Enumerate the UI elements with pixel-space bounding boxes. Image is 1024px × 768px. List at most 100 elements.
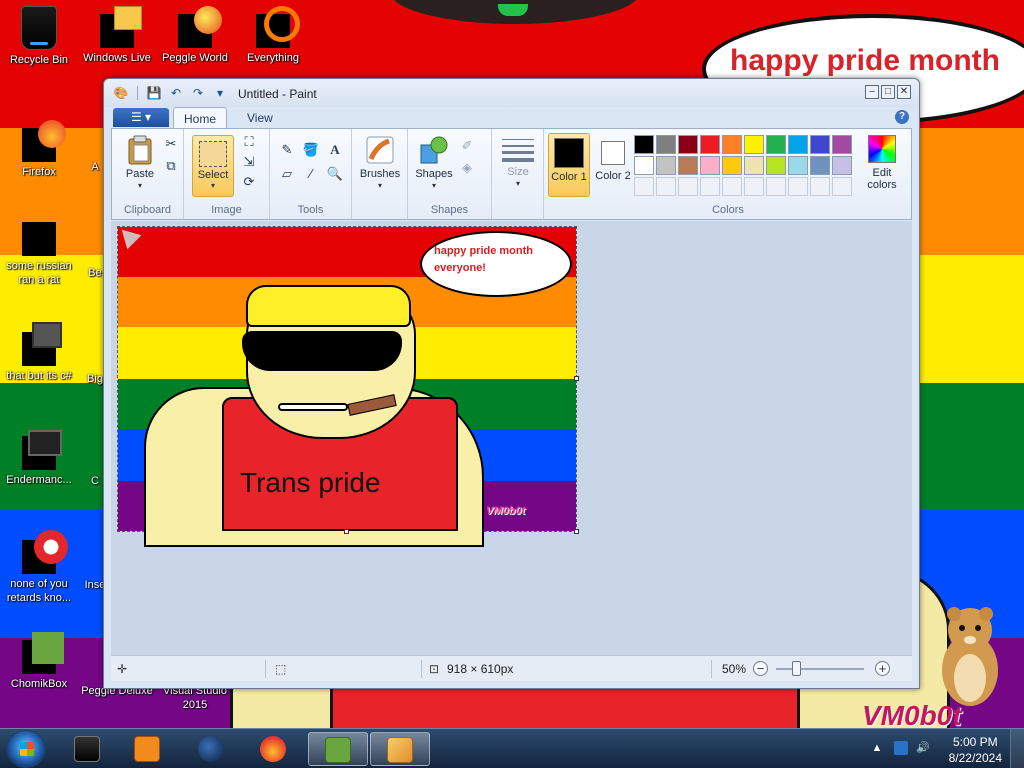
magnifier-icon[interactable]: 🔍	[326, 165, 344, 183]
resize-icon[interactable]: ⇲	[240, 153, 258, 171]
palette-swatch[interactable]	[744, 135, 764, 154]
edit-colors-button[interactable]: Edit colors	[862, 135, 902, 191]
brushes-button[interactable]: Brushes ▾	[356, 135, 404, 192]
show-desktop-button[interactable]	[1010, 729, 1024, 768]
drawing-canvas[interactable]: Trans pride happy pride month everyone! …	[114, 222, 577, 547]
rotate-icon[interactable]: ⟳	[240, 173, 258, 191]
tab-home[interactable]: Home	[173, 107, 228, 129]
zoom-in-button[interactable]: +	[875, 661, 890, 676]
resize-handle-right[interactable]	[574, 376, 579, 381]
palette-swatch[interactable]	[700, 156, 720, 175]
custom-color-slot[interactable]	[744, 177, 764, 196]
palette-swatch[interactable]	[810, 156, 830, 175]
pencil-icon[interactable]: ✎	[278, 141, 296, 159]
palette-swatch[interactable]	[634, 156, 654, 175]
close-button[interactable]: ✕	[897, 85, 911, 99]
fill-icon[interactable]: 🪣	[302, 141, 320, 159]
palette-swatch[interactable]	[788, 135, 808, 154]
desktop-icon-windows-live[interactable]: Windows Live	[78, 6, 156, 65]
desktop-icon-peggle-world[interactable]: Peggle World	[156, 6, 234, 65]
color1-button[interactable]: Color 1	[548, 133, 590, 197]
chomikbox-icon	[325, 737, 351, 763]
custom-color-slot[interactable]	[678, 177, 698, 196]
palette-swatch[interactable]	[832, 135, 852, 154]
fill-shape-icon[interactable]: ◈	[458, 159, 476, 177]
copy-icon[interactable]: ⧉	[162, 157, 180, 175]
color2-button[interactable]: Color 2	[594, 133, 632, 197]
redo-icon[interactable]: ↷	[189, 85, 207, 101]
volume-icon[interactable]: 🔊	[916, 741, 930, 755]
palette-swatch[interactable]	[656, 156, 676, 175]
palette-swatch[interactable]	[810, 135, 830, 154]
start-button[interactable]	[6, 730, 46, 768]
cut-icon[interactable]: ✂	[162, 135, 180, 153]
custom-color-slot[interactable]	[766, 177, 786, 196]
zoom-slider-track[interactable]	[776, 668, 864, 670]
size-button[interactable]: Size ▾	[498, 137, 538, 190]
desktop-icon-everything[interactable]: Everything	[234, 6, 312, 65]
palette-swatch[interactable]	[700, 135, 720, 154]
tab-view[interactable]: View	[237, 107, 283, 129]
palette-swatch[interactable]	[678, 135, 698, 154]
eraser-icon[interactable]: ▱	[278, 165, 296, 183]
custom-color-slot[interactable]	[722, 177, 742, 196]
custom-color-slot[interactable]	[810, 177, 830, 196]
custom-color-slot[interactable]	[832, 177, 852, 196]
minimize-button[interactable]: –	[865, 85, 879, 99]
paint-menu-button[interactable]: ☰ ▾	[113, 108, 169, 127]
desktop-icon-none-of-you[interactable]: none of you retards kno...	[0, 530, 78, 605]
color-picker-icon[interactable]: ⁄	[302, 165, 320, 183]
undo-icon[interactable]: ↶	[167, 85, 185, 101]
resize-handle-corner[interactable]	[574, 529, 579, 534]
taskbar-paint[interactable]	[370, 732, 430, 766]
custom-color-slot[interactable]	[700, 177, 720, 196]
canvas-area[interactable]: Trans pride happy pride month everyone! …	[111, 221, 912, 655]
crop-icon[interactable]: ⛶	[240, 133, 258, 151]
palette-swatch[interactable]	[744, 156, 764, 175]
resize-handle-bottom[interactable]	[344, 529, 349, 534]
taskbar-cmd[interactable]	[58, 732, 118, 766]
taskbar-globe[interactable]	[182, 732, 242, 766]
custom-color-slot[interactable]	[788, 177, 808, 196]
palette-swatch[interactable]	[722, 135, 742, 154]
save-icon[interactable]: 💾	[145, 85, 163, 101]
palette-swatch[interactable]	[634, 135, 654, 154]
show-hidden-icons-icon[interactable]: ▲	[870, 741, 884, 755]
desktop-icon-some-russian[interactable]: some russian ran a rat	[0, 210, 78, 287]
palette-swatch[interactable]	[722, 156, 742, 175]
palette-swatch[interactable]	[678, 156, 698, 175]
desktop-icon-that-but-its-csharp[interactable]: that but its c#	[0, 322, 78, 383]
zoom-slider-thumb[interactable]	[792, 661, 801, 676]
palette-swatch[interactable]	[656, 135, 676, 154]
palette-swatch[interactable]	[832, 156, 852, 175]
text-icon[interactable]: A	[326, 141, 344, 159]
palette-swatch[interactable]	[766, 156, 786, 175]
custom-color-slot[interactable]	[634, 177, 654, 196]
outline-icon[interactable]: ✐	[458, 137, 476, 155]
paint-app-icon[interactable]: 🎨	[112, 85, 130, 101]
maximize-button[interactable]: □	[881, 85, 895, 99]
title-bar[interactable]: 🎨 💾 ↶ ↷ ▾ Untitled - Paint – □ ✕	[104, 79, 919, 107]
taskbar-firefox[interactable]	[244, 732, 304, 766]
firefox-icon	[260, 736, 286, 762]
paste-button[interactable]: Paste ▾	[120, 135, 160, 192]
desktop-icon-firefox[interactable]: Firefox	[0, 120, 78, 179]
palette-swatch[interactable]	[788, 156, 808, 175]
cursor-position-icon: ✛	[117, 662, 128, 676]
zoom-out-button[interactable]: −	[753, 661, 768, 676]
custom-color-slot[interactable]	[656, 177, 676, 196]
desktop-icon-recycle-bin[interactable]: Recycle Bin	[0, 6, 78, 67]
help-icon[interactable]: ?	[895, 110, 909, 124]
system-tray: ▲ 🔊 5:00 PM 8/22/2024	[864, 729, 1024, 768]
network-icon[interactable]	[894, 741, 908, 755]
customize-toolbar-icon[interactable]: ▾	[211, 85, 229, 101]
select-button[interactable]: Select ▾	[192, 135, 234, 197]
palette-swatch[interactable]	[766, 135, 786, 154]
taskbar-chomikbox[interactable]	[308, 732, 368, 766]
clock[interactable]: 5:00 PM 8/22/2024	[949, 734, 1002, 766]
shapes-button[interactable]: Shapes ▾	[412, 135, 456, 192]
desktop-icon-chomikbox[interactable]: ChomikBox	[0, 632, 78, 691]
recycle-bin-icon	[21, 6, 57, 50]
taskbar-media-player[interactable]	[118, 732, 178, 766]
desktop-icon-endermanch[interactable]: Endermanc...	[0, 430, 78, 487]
